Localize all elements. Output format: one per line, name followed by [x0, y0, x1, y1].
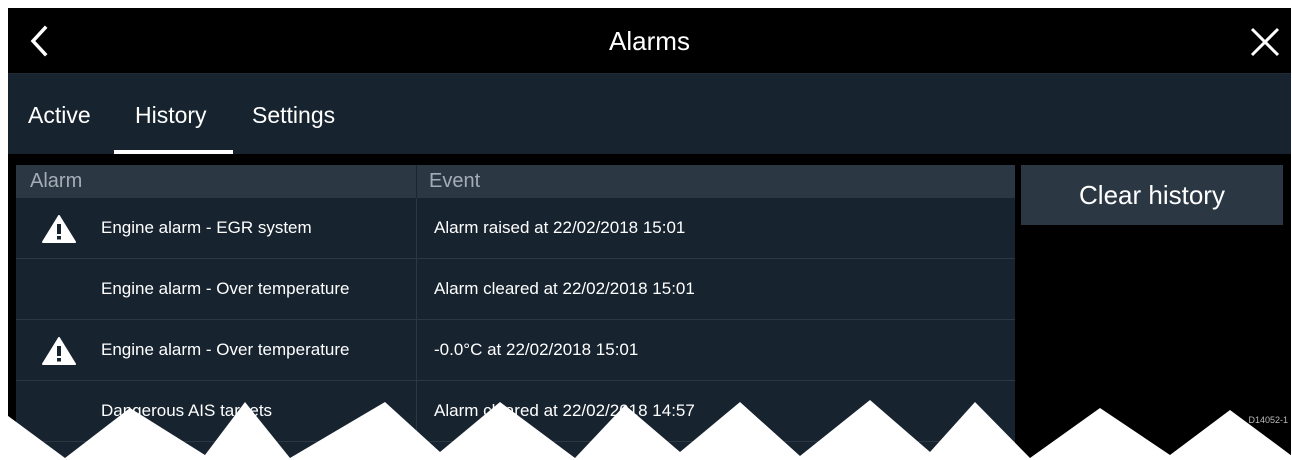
alarm-name: Engine alarm - EGR system: [101, 218, 312, 237]
column-divider: [416, 165, 417, 198]
column-divider: [416, 259, 417, 319]
alarm-event: -0.0°C at 22/02/2018 15:01: [434, 340, 639, 359]
warning-icon: [42, 337, 76, 365]
title-bar: Alarms: [8, 8, 1291, 74]
alarm-event: Alarm cleared at 22/02/2018 15:01: [434, 279, 695, 298]
close-icon: [1250, 27, 1280, 57]
table-header: Alarm Event: [16, 165, 1015, 198]
warning-icon: [42, 215, 76, 243]
tab-bar: Active History Settings: [8, 74, 1291, 154]
column-header-alarm: Alarm: [30, 170, 83, 192]
close-button[interactable]: [1245, 22, 1285, 62]
alarm-name: Engine alarm - Over temperature: [101, 279, 350, 298]
torn-edge: [0, 400, 1292, 460]
figure-code: D14052-1: [1248, 415, 1288, 425]
table-row[interactable]: Engine alarm - Over temperature Alarm cl…: [16, 259, 1015, 320]
column-header-event: Event: [429, 170, 481, 192]
column-divider: [416, 198, 417, 258]
alarm-event: Alarm raised at 22/02/2018 15:01: [434, 218, 686, 237]
alarm-name: Engine alarm - Over temperature: [101, 340, 350, 359]
tab-active[interactable]: Active: [28, 102, 91, 129]
table-row[interactable]: Engine alarm - Over temperature -0.0°C a…: [16, 320, 1015, 381]
tab-history[interactable]: History: [135, 102, 207, 129]
column-divider: [416, 320, 417, 380]
selected-tab-indicator: [114, 150, 233, 154]
page-title: Alarms: [609, 26, 690, 56]
clear-history-button[interactable]: Clear history: [1021, 165, 1283, 225]
table-row[interactable]: Engine alarm - EGR system Alarm raised a…: [16, 198, 1015, 259]
tab-settings[interactable]: Settings: [252, 102, 335, 129]
